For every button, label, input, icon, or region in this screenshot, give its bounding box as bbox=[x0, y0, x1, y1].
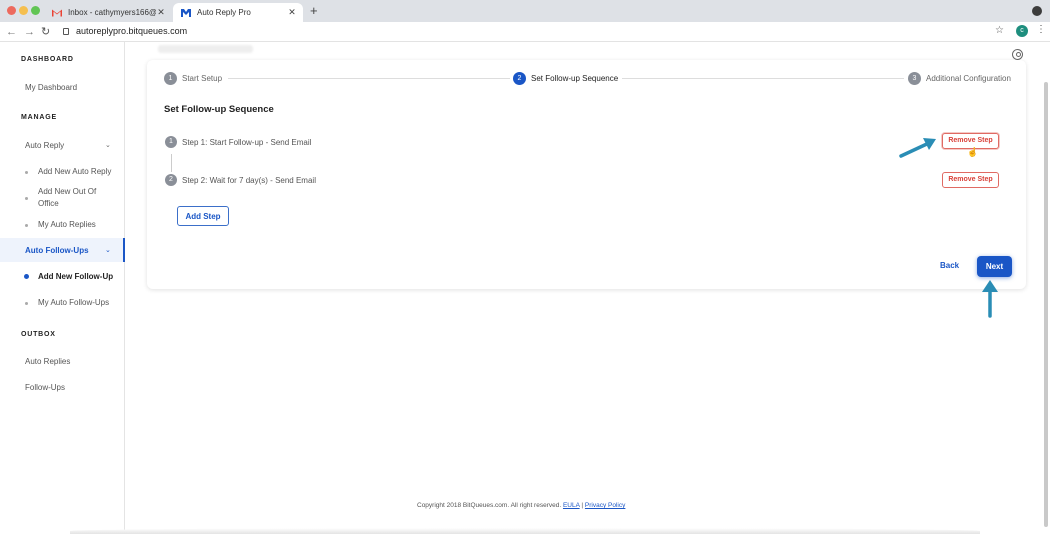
stepper-connector bbox=[622, 78, 904, 79]
tab-title: Auto Reply Pro bbox=[197, 8, 251, 17]
stepper-connector bbox=[228, 78, 510, 79]
sidebar-item-auto-reply[interactable]: Auto Reply bbox=[25, 141, 64, 150]
sequence-step-text: Step 1: Start Follow-up - Send Email bbox=[182, 138, 312, 147]
sidebar: DASHBOARD My Dashboard MANAGE Auto Reply… bbox=[0, 42, 125, 534]
scrollbar[interactable] bbox=[1044, 82, 1048, 527]
reload-icon[interactable]: ↻ bbox=[41, 25, 50, 39]
bullet-icon bbox=[24, 274, 29, 279]
sidebar-item-add-new-follow-up[interactable]: Add New Follow-Up bbox=[38, 271, 118, 283]
wizard-card bbox=[147, 60, 1026, 289]
sidebar-item-add-new-auto-reply[interactable]: Add New Auto Reply bbox=[38, 166, 118, 178]
sidebar-item-outbox-auto-replies[interactable]: Auto Replies bbox=[25, 357, 70, 366]
sidebar-item-my-dashboard[interactable]: My Dashboard bbox=[25, 83, 77, 92]
sidebar-item-add-new-out-of-office[interactable]: Add New Out Of Office bbox=[38, 186, 118, 210]
user-account-icon[interactable] bbox=[1012, 49, 1023, 60]
tab-inbox[interactable]: Inbox - cathymyers166@gmail ✕ bbox=[44, 3, 172, 22]
new-tab-icon[interactable]: + bbox=[310, 3, 318, 19]
remove-step-button[interactable]: Remove Step bbox=[942, 172, 999, 188]
address-bar[interactable]: autoreplypro.bitqueues.com bbox=[76, 26, 187, 36]
stepper-step-label: Additional Configuration bbox=[926, 74, 1011, 83]
page-footer: Copyright 2018 BitQueues.com. All right … bbox=[417, 502, 625, 509]
stepper-step-number: 3 bbox=[908, 72, 921, 85]
chevron-down-icon[interactable]: ⌄ bbox=[105, 246, 111, 254]
forward-arrow-icon[interactable]: → bbox=[24, 25, 35, 39]
close-window-icon[interactable] bbox=[7, 6, 16, 15]
stepper-step-number: 1 bbox=[164, 72, 177, 85]
profile-avatar[interactable]: c bbox=[1016, 25, 1028, 37]
section-outbox: OUTBOX bbox=[21, 331, 56, 338]
add-step-button[interactable]: Add Step bbox=[177, 206, 229, 226]
sequence-step-number: 2 bbox=[165, 174, 177, 186]
bullet-icon bbox=[25, 197, 28, 200]
browser-toolbar: ← → ↻ autoreplypro.bitqueues.com ☆ c ⋮ bbox=[0, 22, 1050, 42]
tab-title: Inbox - cathymyers166@gmail bbox=[68, 8, 156, 17]
bookmark-star-icon[interactable]: ☆ bbox=[995, 25, 1004, 36]
app-icon bbox=[181, 9, 191, 17]
chevron-down-icon[interactable]: ⌄ bbox=[105, 141, 111, 149]
eula-link[interactable]: EULA bbox=[563, 502, 580, 509]
bottom-edge bbox=[70, 528, 980, 534]
sidebar-item-auto-follow-ups[interactable]: Auto Follow-Ups bbox=[25, 246, 89, 255]
section-heading: Set Follow-up Sequence bbox=[164, 104, 274, 115]
extension-icon[interactable] bbox=[1032, 6, 1042, 16]
close-icon[interactable]: ✕ bbox=[287, 7, 297, 18]
hand-cursor-icon: ☝ bbox=[967, 147, 979, 157]
stepper-step-label: Set Follow-up Sequence bbox=[531, 74, 619, 83]
lock-icon bbox=[63, 28, 69, 35]
bullet-icon bbox=[25, 224, 28, 227]
browser-tab-bar: Inbox - cathymyers166@gmail ✕ Auto Reply… bbox=[0, 0, 1050, 22]
privacy-policy-link[interactable]: Privacy Policy bbox=[585, 502, 625, 509]
back-arrow-icon[interactable]: ← bbox=[6, 25, 17, 39]
sidebar-item-my-auto-follow-ups[interactable]: My Auto Follow-Ups bbox=[38, 297, 118, 309]
gmail-icon bbox=[52, 9, 62, 17]
maximize-window-icon[interactable] bbox=[31, 6, 40, 15]
stepper-step-number: 2 bbox=[513, 72, 526, 85]
annotation-arrow-icon bbox=[982, 280, 998, 318]
bullet-icon bbox=[25, 302, 28, 305]
page-header-blurred bbox=[158, 45, 253, 53]
sequence-step-text: Step 2: Wait for 7 day(s) - Send Email bbox=[182, 176, 316, 185]
bullet-icon bbox=[25, 171, 28, 174]
sidebar-item-outbox-follow-ups[interactable]: Follow-Ups bbox=[25, 383, 65, 392]
footer-separator: | bbox=[581, 502, 584, 509]
next-button[interactable]: Next bbox=[977, 256, 1012, 277]
tab-auto-reply-pro[interactable]: Auto Reply Pro ✕ bbox=[173, 3, 303, 22]
back-button[interactable]: Back bbox=[940, 261, 959, 270]
sequence-step-number: 1 bbox=[165, 136, 177, 148]
minimize-window-icon[interactable] bbox=[19, 6, 28, 15]
stepper-step-label: Start Setup bbox=[182, 74, 223, 83]
section-dashboard: DASHBOARD bbox=[21, 56, 74, 63]
annotation-arrow-icon bbox=[899, 138, 936, 158]
section-manage: MANAGE bbox=[21, 114, 57, 121]
copyright-text: Copyright 2018 BitQueues.com. All right … bbox=[417, 502, 562, 509]
close-icon[interactable]: ✕ bbox=[156, 7, 166, 18]
sequence-connector bbox=[171, 154, 172, 172]
sidebar-item-my-auto-replies[interactable]: My Auto Replies bbox=[38, 219, 118, 231]
browser-menu-icon[interactable]: ⋮ bbox=[1036, 24, 1046, 35]
